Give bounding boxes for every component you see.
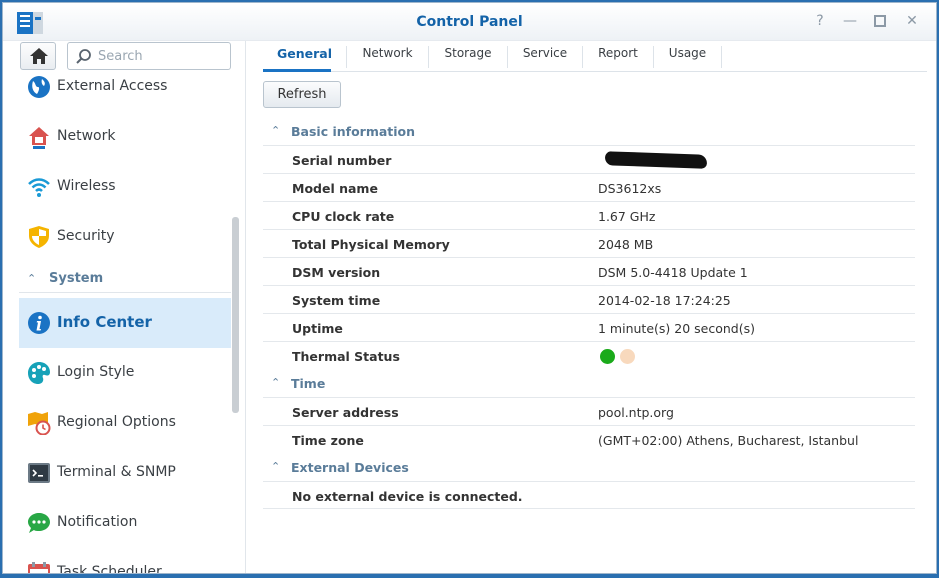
sidebar-scrollbar[interactable] bbox=[232, 217, 239, 413]
group-time[interactable]: ⌃ Time bbox=[263, 371, 915, 397]
thermal-good-indicator bbox=[600, 349, 615, 364]
help-icon[interactable]: ? bbox=[811, 12, 829, 30]
sidebar-item-label: Notification bbox=[57, 514, 138, 530]
row-value: 1 minute(s) 20 second(s) bbox=[598, 321, 755, 336]
info-icon bbox=[28, 312, 50, 334]
row-key: DSM version bbox=[292, 265, 381, 280]
info-row-model-name: Model name DS3612xs bbox=[263, 173, 915, 201]
row-key: Server address bbox=[292, 405, 399, 420]
row-key: Time zone bbox=[292, 433, 364, 448]
minimize-icon[interactable]: — bbox=[841, 12, 859, 30]
info-row-serial-number: Serial number bbox=[263, 145, 915, 173]
map-clock-icon bbox=[28, 412, 51, 435]
sidebar-item-login-style[interactable]: Login Style bbox=[19, 348, 231, 398]
sidebar-item-label: Wireless bbox=[57, 178, 116, 194]
group-external-devices[interactable]: ⌃ External Devices bbox=[263, 455, 915, 481]
main-panel: General Network Storage Service Report U… bbox=[247, 41, 936, 573]
info-row-system-time: System time 2014-02-18 17:24:25 bbox=[263, 285, 915, 313]
row-value: (GMT+02:00) Athens, Bucharest, Istanbul bbox=[598, 433, 859, 448]
sidebar-item-task-scheduler[interactable]: Task Scheduler bbox=[19, 548, 231, 574]
wifi-icon bbox=[28, 178, 50, 197]
row-value: 1.67 GHz bbox=[598, 209, 656, 224]
no-device-message: No external device is connected. bbox=[292, 489, 523, 504]
row-value: pool.ntp.org bbox=[598, 405, 674, 420]
sidebar-item-label: Security bbox=[57, 228, 115, 244]
sidebar-item-notification[interactable]: Notification bbox=[19, 498, 231, 548]
info-row-time-zone: Time zone (GMT+02:00) Athens, Bucharest,… bbox=[263, 425, 915, 453]
calendar-icon bbox=[28, 562, 50, 573]
sidebar-section-system[interactable]: ⌃ System bbox=[19, 265, 231, 293]
tab-general[interactable]: General bbox=[263, 46, 347, 68]
info-row-dsm-version: DSM version DSM 5.0-4418 Update 1 bbox=[263, 257, 915, 285]
title-bar: Control Panel ? — ✕ bbox=[3, 3, 936, 41]
active-tab-indicator bbox=[263, 69, 331, 72]
house-network-icon bbox=[29, 127, 49, 149]
sidebar-item-wireless[interactable]: Wireless bbox=[19, 162, 231, 212]
chevron-up-icon: ⌃ bbox=[271, 460, 281, 473]
row-key: CPU clock rate bbox=[292, 209, 395, 224]
chevron-up-icon: ⌃ bbox=[271, 124, 281, 137]
info-row-total-physical-memory: Total Physical Memory 2048 MB bbox=[263, 229, 915, 257]
info-row-thermal-status: Thermal Status bbox=[263, 341, 915, 369]
sidebar-item-info-center[interactable]: Info Center bbox=[19, 298, 231, 348]
tab-bar: General Network Storage Service Report U… bbox=[263, 41, 927, 72]
sidebar-item-external-access[interactable]: External Access bbox=[19, 62, 231, 112]
palette-icon bbox=[28, 362, 50, 384]
maximize-icon[interactable] bbox=[871, 12, 889, 30]
info-row-cpu-clock-rate: CPU clock rate 1.67 GHz bbox=[263, 201, 915, 229]
sidebar-item-terminal-snmp[interactable]: Terminal & SNMP bbox=[19, 448, 231, 498]
row-key: Model name bbox=[292, 181, 378, 196]
row-value: 2014-02-18 17:24:25 bbox=[598, 293, 731, 308]
tab-network[interactable]: Network bbox=[347, 46, 429, 68]
chat-bubble-icon bbox=[28, 513, 50, 533]
sidebar-item-label: Terminal & SNMP bbox=[57, 464, 176, 480]
row-key: Total Physical Memory bbox=[292, 237, 450, 252]
external-devices-message-row: No external device is connected. bbox=[263, 481, 915, 509]
window-title: Control Panel bbox=[416, 14, 523, 30]
sidebar-item-network[interactable]: Network bbox=[19, 112, 231, 162]
group-header: Basic information bbox=[291, 124, 416, 139]
row-key: System time bbox=[292, 293, 381, 308]
sidebar: Search External Access Network Wireless … bbox=[3, 41, 246, 574]
sidebar-item-label: Task Scheduler bbox=[57, 564, 162, 574]
row-value: 2048 MB bbox=[598, 237, 654, 252]
tab-service[interactable]: Service bbox=[508, 46, 583, 68]
control-panel-window: Control Panel ? — ✕ Search External Acce… bbox=[2, 2, 937, 574]
info-row-server-address: Server address pool.ntp.org bbox=[263, 397, 915, 425]
group-header: Time bbox=[291, 376, 326, 391]
row-value: DS3612xs bbox=[598, 181, 662, 196]
close-icon[interactable]: ✕ bbox=[903, 12, 921, 30]
tab-usage[interactable]: Usage bbox=[654, 46, 722, 68]
shield-icon bbox=[29, 226, 49, 248]
tab-storage[interactable]: Storage bbox=[429, 46, 508, 68]
sidebar-item-label: Network bbox=[57, 128, 116, 144]
thermal-warning-indicator bbox=[620, 349, 635, 364]
sidebar-item-regional-options[interactable]: Regional Options bbox=[19, 398, 231, 448]
terminal-icon bbox=[28, 463, 50, 483]
sidebar-item-security[interactable]: Security bbox=[19, 212, 231, 262]
chevron-up-icon: ⌃ bbox=[27, 272, 37, 285]
row-key: Serial number bbox=[292, 153, 392, 168]
chevron-up-icon: ⌃ bbox=[271, 376, 281, 389]
row-value: DSM 5.0-4418 Update 1 bbox=[598, 265, 748, 280]
row-key: Uptime bbox=[292, 321, 343, 336]
sidebar-item-label: Regional Options bbox=[57, 414, 176, 430]
section-label: System bbox=[49, 271, 104, 286]
globe-icon bbox=[28, 76, 50, 98]
sidebar-item-label: Login Style bbox=[57, 364, 135, 380]
redaction-mark bbox=[604, 151, 708, 169]
sidebar-item-label: Info Center bbox=[57, 313, 152, 331]
refresh-button[interactable]: Refresh bbox=[263, 81, 341, 108]
tab-report[interactable]: Report bbox=[583, 46, 654, 68]
row-key: Thermal Status bbox=[292, 349, 400, 364]
group-basic-information[interactable]: ⌃ Basic information bbox=[263, 119, 915, 145]
info-row-uptime: Uptime 1 minute(s) 20 second(s) bbox=[263, 313, 915, 341]
group-header: External Devices bbox=[291, 460, 409, 475]
sidebar-item-label: External Access bbox=[57, 78, 168, 94]
